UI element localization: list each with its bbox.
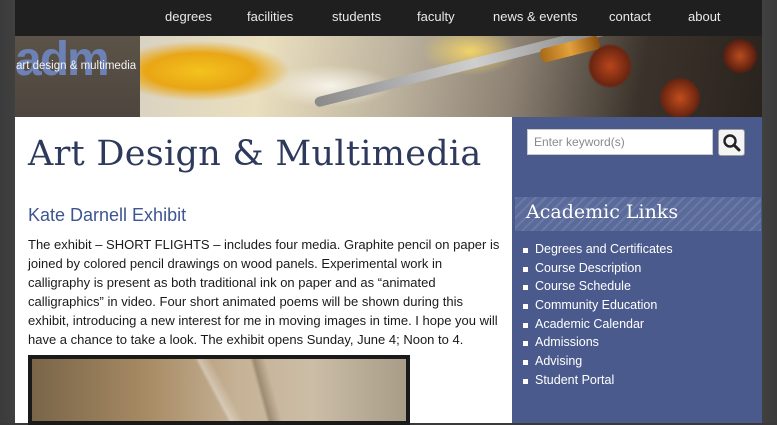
exhibit-artwork bbox=[32, 359, 406, 421]
bullet-icon bbox=[523, 378, 528, 384]
academic-link-degrees[interactable]: Degrees and Certificates bbox=[521, 242, 673, 261]
academic-links-title: Academic Links bbox=[526, 201, 679, 223]
page-title: Art Design & Multimedia bbox=[28, 134, 482, 174]
nav-item-facilities[interactable]: facilities bbox=[247, 9, 293, 24]
nav-item-news-events[interactable]: news & events bbox=[493, 9, 578, 24]
search-icon bbox=[723, 134, 741, 152]
academic-links-list: Degrees and Certificates Course Descript… bbox=[521, 242, 673, 392]
academic-links-header: Academic Links bbox=[515, 197, 761, 231]
header-banner: adm art design & multimedia bbox=[15, 36, 762, 117]
sidebar: Academic Links Degrees and Certificates … bbox=[512, 117, 762, 423]
bullet-icon bbox=[523, 266, 528, 272]
bullet-icon bbox=[523, 341, 528, 347]
academic-link-course-description[interactable]: Course Description bbox=[521, 261, 673, 280]
academic-link-label[interactable]: Degrees and Certificates bbox=[535, 242, 673, 256]
bullet-icon bbox=[523, 285, 528, 291]
nav-item-faculty[interactable]: faculty bbox=[417, 9, 455, 24]
exhibit-title: Kate Darnell Exhibit bbox=[28, 205, 187, 225]
academic-link-label[interactable]: Admissions bbox=[535, 335, 599, 349]
bullet-icon bbox=[523, 322, 528, 328]
bullet-icon bbox=[523, 304, 528, 310]
search-input[interactable] bbox=[527, 129, 713, 155]
academic-link-label[interactable]: Course Schedule bbox=[535, 279, 631, 293]
nav-item-students[interactable]: students bbox=[332, 9, 381, 24]
academic-link-label[interactable]: Community Education bbox=[535, 298, 657, 312]
exhibit-image bbox=[28, 355, 410, 425]
academic-link-community-education[interactable]: Community Education bbox=[521, 298, 673, 317]
bullet-icon bbox=[523, 360, 528, 366]
academic-link-admissions[interactable]: Admissions bbox=[521, 335, 673, 354]
logo-text: art design & multimedia bbox=[16, 60, 137, 72]
academic-link-advising[interactable]: Advising bbox=[521, 354, 673, 373]
academic-link-label[interactable]: Academic Calendar bbox=[535, 317, 644, 331]
nav-item-contact[interactable]: contact bbox=[609, 9, 651, 24]
banner-image bbox=[140, 36, 762, 117]
exhibit-description: The exhibit – SHORT FLIGHTS – includes f… bbox=[28, 237, 500, 347]
top-navigation: degrees facilities students faculty news… bbox=[15, 0, 762, 36]
academic-link-label[interactable]: Student Portal bbox=[535, 373, 614, 387]
site-logo[interactable]: adm art design & multimedia bbox=[15, 36, 140, 117]
academic-link-course-schedule[interactable]: Course Schedule bbox=[521, 279, 673, 298]
academic-link-student-portal[interactable]: Student Portal bbox=[521, 373, 673, 392]
academic-link-label[interactable]: Advising bbox=[535, 354, 582, 368]
main-content: Art Design & Multimedia Kate Darnell Exh… bbox=[15, 117, 512, 425]
search-button[interactable] bbox=[718, 129, 745, 156]
academic-link-label[interactable]: Course Description bbox=[535, 261, 641, 275]
bullet-icon bbox=[523, 248, 528, 253]
nav-item-degrees[interactable]: degrees bbox=[165, 9, 212, 24]
academic-link-academic-calendar[interactable]: Academic Calendar bbox=[521, 317, 673, 336]
nav-item-about[interactable]: about bbox=[688, 9, 721, 24]
